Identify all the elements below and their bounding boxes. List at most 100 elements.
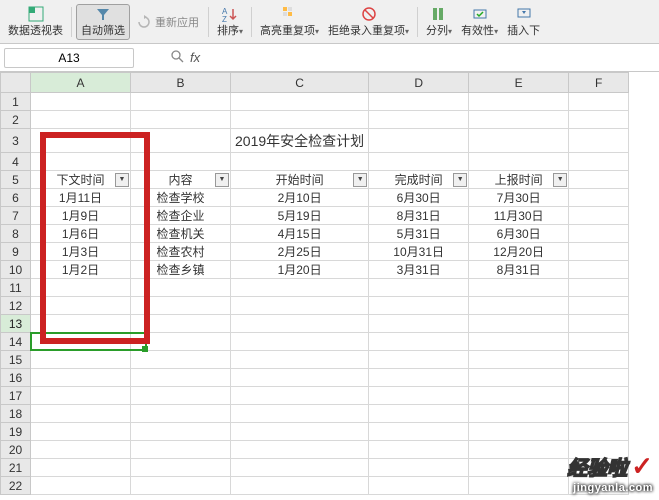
cell[interactable] [469, 405, 569, 423]
cell[interactable] [231, 297, 369, 315]
cell[interactable] [369, 297, 469, 315]
cell[interactable] [469, 129, 569, 153]
cell[interactable] [131, 405, 231, 423]
cell[interactable] [569, 129, 629, 153]
cell[interactable] [369, 441, 469, 459]
cell[interactable] [231, 405, 369, 423]
row-header[interactable]: 5 [1, 171, 31, 189]
cell[interactable] [569, 93, 629, 111]
cell[interactable]: 10月31日 [369, 243, 469, 261]
row-header[interactable]: 10 [1, 261, 31, 279]
cell[interactable] [131, 477, 231, 495]
cell[interactable] [131, 129, 231, 153]
header-cell[interactable]: 下文时间▼ [31, 171, 131, 189]
cell[interactable] [131, 111, 231, 129]
cell[interactable] [231, 423, 369, 441]
cell[interactable] [231, 351, 369, 369]
cell[interactable] [369, 315, 469, 333]
cell[interactable] [131, 315, 231, 333]
cell[interactable] [231, 153, 369, 171]
row-header[interactable]: 14 [1, 333, 31, 351]
cell-active[interactable] [31, 315, 131, 333]
cell[interactable]: 1月9日 [31, 207, 131, 225]
row-header[interactable]: 4 [1, 153, 31, 171]
cell[interactable] [469, 459, 569, 477]
cell[interactable] [231, 441, 369, 459]
row-header-active[interactable]: 13 [1, 315, 31, 333]
cell[interactable]: 5月31日 [369, 225, 469, 243]
row-header[interactable]: 9 [1, 243, 31, 261]
header-cell[interactable]: 上报时间▼ [469, 171, 569, 189]
name-box[interactable]: A13 [4, 48, 134, 68]
cell[interactable] [31, 477, 131, 495]
cell[interactable]: 1月11日 [31, 189, 131, 207]
cell[interactable] [369, 477, 469, 495]
header-cell[interactable]: 内容▼ [131, 171, 231, 189]
cell[interactable] [469, 93, 569, 111]
cell[interactable] [369, 129, 469, 153]
cell[interactable] [131, 441, 231, 459]
cell[interactable] [469, 153, 569, 171]
row-header[interactable]: 16 [1, 369, 31, 387]
cell[interactable]: 6月30日 [369, 189, 469, 207]
cell[interactable] [469, 423, 569, 441]
col-header-A[interactable]: A [31, 73, 131, 93]
cell[interactable] [131, 279, 231, 297]
cell[interactable] [369, 387, 469, 405]
cell[interactable] [569, 207, 629, 225]
cell[interactable] [469, 477, 569, 495]
cell[interactable] [369, 333, 469, 351]
row-header[interactable]: 15 [1, 351, 31, 369]
cell[interactable] [569, 333, 629, 351]
search-icon[interactable] [170, 49, 184, 66]
cell[interactable]: 2月25日 [231, 243, 369, 261]
cell[interactable]: 2月10日 [231, 189, 369, 207]
cell[interactable] [31, 279, 131, 297]
validity-button[interactable]: 有效性▾ [457, 5, 502, 39]
row-header[interactable]: 3 [1, 129, 31, 153]
select-all-corner[interactable] [1, 73, 31, 93]
cell[interactable] [231, 315, 369, 333]
row-header[interactable]: 8 [1, 225, 31, 243]
row-header[interactable]: 20 [1, 441, 31, 459]
cell[interactable] [131, 153, 231, 171]
cell[interactable] [131, 93, 231, 111]
col-header-D[interactable]: D [369, 73, 469, 93]
row-header[interactable]: 19 [1, 423, 31, 441]
cell[interactable]: 7月30日 [469, 189, 569, 207]
cell[interactable] [569, 297, 629, 315]
header-cell[interactable]: 开始时间▼ [231, 171, 369, 189]
filter-button[interactable]: ▼ [353, 173, 367, 187]
cell[interactable] [231, 477, 369, 495]
cell[interactable] [131, 333, 231, 351]
sheet-grid[interactable]: A B C D E F 1 2 32019年安全检查计划 4 5 下文时间▼ 内… [0, 72, 629, 495]
cell[interactable] [231, 333, 369, 351]
sort-button[interactable]: AZ 排序▾ [213, 5, 247, 39]
cell[interactable]: 4月15日 [231, 225, 369, 243]
col-header-E[interactable]: E [469, 73, 569, 93]
cell[interactable]: 检查学校 [131, 189, 231, 207]
cell[interactable] [31, 405, 131, 423]
row-header[interactable]: 12 [1, 297, 31, 315]
row-header[interactable]: 18 [1, 405, 31, 423]
cell[interactable] [231, 459, 369, 477]
cell[interactable] [231, 111, 369, 129]
filter-button[interactable]: ▼ [115, 173, 129, 187]
cell[interactable]: 11月30日 [469, 207, 569, 225]
highlight-duplicates-button[interactable]: 高亮重复项▾ [256, 5, 323, 39]
sheet-title[interactable]: 2019年安全检查计划 [231, 129, 369, 153]
cell[interactable] [569, 243, 629, 261]
cell[interactable] [31, 459, 131, 477]
cell[interactable] [469, 297, 569, 315]
filter-button[interactable]: ▼ [553, 173, 567, 187]
cell[interactable] [369, 405, 469, 423]
row-header[interactable]: 6 [1, 189, 31, 207]
cell[interactable]: 3月31日 [369, 261, 469, 279]
row-header[interactable]: 1 [1, 93, 31, 111]
fx-button[interactable]: fx [190, 50, 200, 65]
cell[interactable]: 检查农村 [131, 243, 231, 261]
cell[interactable] [569, 369, 629, 387]
row-header[interactable]: 7 [1, 207, 31, 225]
reapply-button[interactable]: 重新应用 [131, 12, 204, 32]
cell[interactable] [469, 441, 569, 459]
